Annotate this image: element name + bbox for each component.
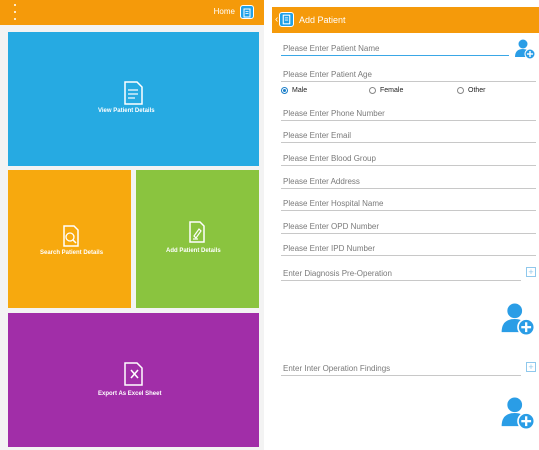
- gender-male-radio[interactable]: Male: [281, 87, 307, 94]
- gender-radio-group: Male Female Other: [281, 87, 531, 99]
- home-app-bar: Home: [0, 0, 264, 25]
- plus-icon[interactable]: +: [526, 267, 536, 277]
- patient-name-input[interactable]: [281, 42, 509, 56]
- add-patient-details-label: Add Patient Details: [166, 248, 221, 254]
- radio-unchecked-icon: [457, 87, 464, 94]
- add-patient-title: Add Patient: [299, 15, 346, 25]
- home-title: Home: [213, 7, 235, 16]
- add-patient-screen: ‹ Add Patient Male Female Other: [272, 0, 539, 450]
- patient-age-input[interactable]: [281, 68, 536, 82]
- radio-checked-icon: [281, 87, 288, 94]
- add-user-icon[interactable]: [500, 300, 536, 338]
- gender-other-radio[interactable]: Other: [457, 87, 486, 94]
- email-input[interactable]: [281, 129, 536, 143]
- diagnosis-pre-operation-input[interactable]: [281, 267, 521, 281]
- document-icon: [121, 80, 145, 111]
- add-document-icon: [186, 220, 208, 249]
- gender-female-radio[interactable]: Female: [369, 87, 403, 94]
- search-patient-details-label: Search Patient Details: [40, 250, 104, 256]
- view-patient-details-label: View Patient Details: [98, 108, 155, 114]
- opd-number-input[interactable]: [281, 220, 536, 234]
- search-document-icon: [60, 224, 82, 253]
- gender-male-label: Male: [292, 87, 308, 94]
- hospital-name-input[interactable]: [281, 197, 536, 211]
- ipd-number-input[interactable]: [281, 242, 536, 256]
- add-user-icon[interactable]: [514, 38, 536, 60]
- export-excel-label: Export As Excel Sheet: [98, 391, 162, 397]
- back-chevron-icon[interactable]: ‹: [275, 15, 278, 25]
- export-excel-tile[interactable]: Export As Excel Sheet: [8, 313, 259, 447]
- search-patient-details-tile[interactable]: Search Patient Details: [8, 170, 131, 308]
- view-patient-details-tile[interactable]: View Patient Details: [8, 32, 259, 166]
- home-screen: Home View Patient Details Search Patient…: [0, 0, 264, 450]
- gender-other-label: Other: [468, 87, 486, 94]
- blood-group-input[interactable]: [281, 152, 536, 166]
- excel-export-icon: [121, 361, 147, 392]
- address-input[interactable]: [281, 175, 536, 189]
- gender-female-label: Female: [380, 87, 404, 94]
- plus-icon[interactable]: +: [526, 362, 536, 372]
- app-logo-icon: [240, 5, 254, 19]
- radio-unchecked-icon: [369, 87, 376, 94]
- app-logo-icon: [279, 12, 294, 27]
- more-vert-icon[interactable]: [12, 4, 18, 20]
- add-user-icon[interactable]: [500, 394, 536, 432]
- phone-number-input[interactable]: [281, 107, 536, 121]
- add-patient-details-tile[interactable]: Add Patient Details: [136, 170, 259, 308]
- inter-operation-findings-input[interactable]: [281, 362, 521, 376]
- add-patient-app-bar: ‹ Add Patient: [272, 7, 539, 33]
